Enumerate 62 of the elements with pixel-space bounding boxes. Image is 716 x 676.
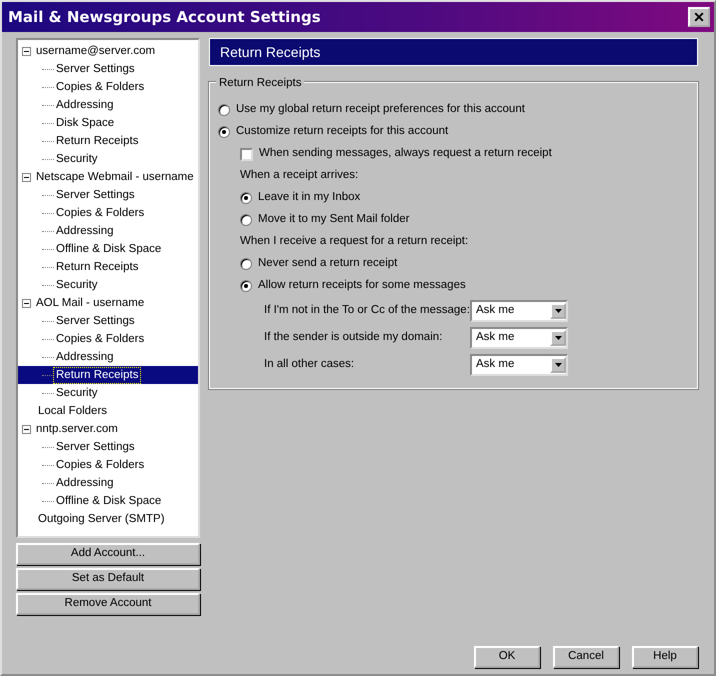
- tree-item[interactable]: AOL Mail - username: [34, 296, 146, 310]
- tree-item[interactable]: Server Settings: [54, 188, 137, 202]
- tree-item[interactable]: Security: [54, 278, 100, 292]
- radio-button[interactable]: [218, 126, 230, 138]
- option-label: Never send a return receipt: [258, 256, 398, 272]
- tree-item[interactable]: Addressing: [54, 98, 116, 112]
- tree-item[interactable]: Offline & Disk Space: [54, 242, 164, 256]
- rule-label: In all other cases:: [264, 356, 356, 372]
- radio-button[interactable]: [240, 280, 252, 292]
- radio-button[interactable]: [240, 192, 252, 204]
- rule-label: If the sender is outside my domain:: [264, 330, 444, 345]
- account-button[interactable]: Add Account...: [16, 543, 200, 565]
- option-label: Move it to my Sent Mail folder: [258, 212, 410, 228]
- tree-item[interactable]: username@server.com: [34, 44, 158, 58]
- account-button[interactable]: Remove Account: [16, 592, 200, 615]
- tree-item[interactable]: Return Receipts: [54, 134, 140, 148]
- option-label: Allow return receipts for some messages: [258, 278, 466, 294]
- tree-item[interactable]: nntp.server.com: [34, 422, 120, 436]
- dialog-button[interactable]: OK: [474, 646, 540, 668]
- dialog-button[interactable]: Help: [632, 646, 698, 668]
- tree-item[interactable]: Addressing: [54, 350, 116, 364]
- window-title: Mail & Newsgroups Account Settings: [8, 6, 321, 28]
- tree-item[interactable]: Addressing: [54, 224, 116, 238]
- tree-item[interactable]: Offline & Disk Space: [54, 494, 164, 508]
- collapse-toggle[interactable]: [22, 172, 31, 182]
- option-label: Customize return receipts for this account: [236, 124, 448, 140]
- panel-heading: Return Receipts: [209, 38, 698, 66]
- tree-item[interactable]: Server Settings: [54, 440, 137, 454]
- tree-item[interactable]: Outgoing Server (SMTP): [36, 512, 167, 526]
- option-label: Leave it in my Inbox: [258, 190, 360, 206]
- tree-item[interactable]: Addressing: [54, 476, 116, 490]
- section-label: When a receipt arrives:: [240, 168, 358, 184]
- dropdown[interactable]: Ask me: [470, 354, 568, 376]
- tree-item[interactable]: Return Receipts: [54, 368, 140, 382]
- collapse-toggle[interactable]: [22, 424, 31, 434]
- collapse-toggle[interactable]: [22, 46, 31, 56]
- rule-label: If I'm not in the To or Cc of the message:: [264, 302, 470, 318]
- tree-item[interactable]: Copies & Folders: [54, 332, 146, 346]
- tree-item[interactable]: Copies & Folders: [54, 458, 146, 472]
- option-label: Use my global return receipt preferences for this account: [236, 102, 525, 118]
- checkbox[interactable]: [240, 148, 253, 160]
- dialog-button[interactable]: Cancel: [553, 646, 619, 668]
- section-label: When I receive a request for a return receipt:: [240, 234, 468, 250]
- close-button[interactable]: ×: [688, 7, 710, 27]
- tree-item[interactable]: Local Folders: [36, 404, 110, 418]
- tree-item[interactable]: Netscape Webmail - username: [34, 170, 196, 184]
- tree-item[interactable]: Security: [54, 386, 100, 400]
- dropdown[interactable]: Ask me: [470, 326, 568, 348]
- tree-item[interactable]: Server Settings: [54, 314, 137, 328]
- tree-item[interactable]: Disk Space: [54, 116, 116, 130]
- radio-button[interactable]: [240, 214, 252, 226]
- tree-item[interactable]: Security: [54, 152, 100, 166]
- tree-item[interactable]: Copies & Folders: [54, 206, 146, 220]
- option-label: When sending messages, always request a return receipt: [259, 146, 552, 162]
- radio-button[interactable]: [218, 104, 230, 116]
- account-button[interactable]: Set as Default: [16, 568, 200, 590]
- dropdown[interactable]: Ask me: [470, 300, 568, 322]
- radio-button[interactable]: [240, 258, 252, 270]
- collapse-toggle[interactable]: [22, 298, 31, 308]
- tree-item[interactable]: Server Settings: [54, 62, 137, 76]
- tree-item[interactable]: Return Receipts: [54, 260, 140, 274]
- tree-item[interactable]: Copies & Folders: [54, 80, 146, 94]
